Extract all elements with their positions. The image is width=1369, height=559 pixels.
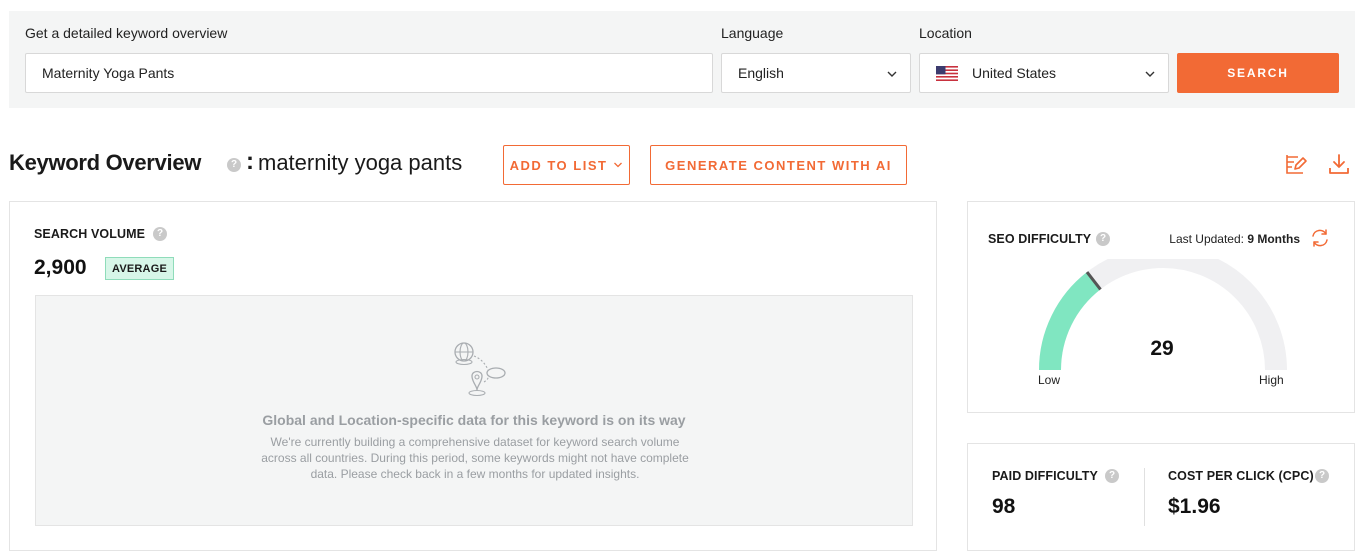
placeholder-description: We're currently building a comprehensive… [261,435,689,481]
gauge-low-label: Low [1038,373,1061,387]
add-to-list-label: ADD TO LIST [509,157,608,173]
last-updated-label: Last Updated: [1169,232,1244,246]
paid-metrics-card: PAID DIFFICULTY ? 98 COST PER CLICK (CPC… [967,443,1355,551]
add-to-list-button[interactable]: ADD TO LIST [503,145,630,185]
metric-divider [1144,468,1145,526]
page-title: Keyword Overview [9,150,202,175]
gauge-high-label: High [1259,373,1284,387]
last-updated: Last Updated: 9 Months [1169,232,1300,246]
location-selected-value: United States [972,65,1057,81]
volume-level-badge: AVERAGE [105,257,174,280]
placeholder-title: Global and Location-specific data for th… [262,412,686,428]
chevron-down-icon [887,71,897,77]
search-volume-placeholder: Global and Location-specific data for th… [35,295,913,526]
search-volume-label: SEARCH VOLUME [34,227,146,241]
paid-difficulty-value: 98 [992,495,1016,518]
seo-difficulty-label: SEO DIFFICULTY [988,232,1092,246]
overview-keyword: maternity yoga pants [258,150,463,175]
refresh-icon[interactable] [1310,228,1330,248]
edit-list-icon[interactable] [1284,152,1308,176]
help-icon[interactable]: ? [227,158,241,172]
cpc-label: COST PER CLICK (CPC) [1168,469,1314,483]
title-separator: : [246,148,254,175]
help-icon[interactable]: ? [1105,469,1119,483]
location-field-label: Location [919,25,972,41]
us-flag-icon [936,65,958,81]
seo-difficulty-card: SEO DIFFICULTY ? Last Updated: 9 Months … [967,201,1355,413]
generate-content-ai-button[interactable]: GENERATE CONTENT WITH AI [650,145,907,185]
language-field-label: Language [721,25,784,41]
chevron-down-icon [1145,71,1155,77]
download-icon[interactable] [1327,152,1351,176]
language-select[interactable]: English [721,53,911,93]
keyword-field-label: Get a detailed keyword overview [25,25,228,41]
search-volume-value: 2,900 [34,256,87,279]
chevron-down-icon [614,162,623,168]
keyword-input[interactable] [25,53,713,93]
last-updated-value: 9 Months [1247,232,1300,246]
help-icon[interactable]: ? [1315,469,1329,483]
search-button[interactable]: SEARCH [1177,53,1339,93]
location-select[interactable]: United States [919,53,1169,93]
paid-difficulty-label: PAID DIFFICULTY [992,469,1098,483]
cpc-value: $1.96 [1168,495,1221,518]
keyword-search-panel: Get a detailed keyword overview Language… [9,11,1355,108]
language-selected-value: English [738,65,784,81]
search-volume-card: SEARCH VOLUME ? 2,900 AVERAGE Global and… [9,201,937,551]
globe-location-icon [454,342,506,397]
seo-difficulty-value: 29 [1150,337,1174,360]
help-icon[interactable]: ? [153,227,167,241]
help-icon[interactable]: ? [1096,232,1110,246]
